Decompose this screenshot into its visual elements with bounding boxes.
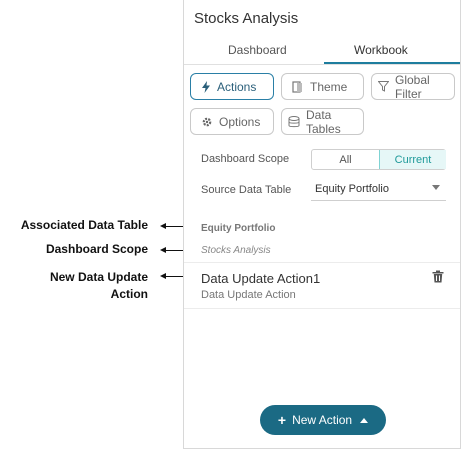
global-filter-button[interactable]: Global Filter [371,72,455,101]
divider [184,308,460,309]
tab-workbook[interactable]: Workbook [354,43,408,57]
dashboard-scope-label: Dashboard Scope [201,153,290,165]
divider [184,262,460,263]
filter-icon [378,81,389,92]
dashboard-scope-toggle: All Current [311,149,446,170]
actions-button-label: Actions [217,79,257,94]
options-button-label: Options [219,114,261,129]
options-button[interactable]: Options [190,108,274,135]
plus-icon: + [277,412,287,428]
scope-current-option[interactable]: Current [379,150,446,169]
callout-line-1: New Data Update [49,270,148,284]
theme-button[interactable]: Theme [281,73,364,100]
lightning-icon [201,80,211,93]
actions-button[interactable]: Actions [190,73,274,100]
database-icon [288,115,300,128]
new-action-label: New Action [292,413,353,427]
action-item-name[interactable]: Data Update Action1 [201,271,320,286]
caret-up-icon [360,417,369,423]
source-data-table-select[interactable]: Equity Portfolio [311,180,446,201]
panel-title: Stocks Analysis [194,10,299,27]
dropdown-arrow-icon [432,185,440,190]
new-action-button[interactable]: + New Action [260,405,386,435]
source-data-table-label: Source Data Table [201,184,292,196]
active-tab-indicator [324,62,460,64]
workbook-panel: Stocks Analysis Dashboard Workbook Actio… [183,0,461,449]
scope-all-option[interactable]: All [312,150,379,169]
data-tables-button[interactable]: Data Tables [281,107,364,136]
action-item-type: Data Update Action [201,289,296,301]
callout-new-data-update-action: New Data Update Action [6,269,148,303]
source-data-table-value: Equity Portfolio [315,183,389,195]
gear-icon [201,116,213,128]
trash-icon[interactable] [432,270,444,288]
tab-dashboard[interactable]: Dashboard [228,43,287,57]
associated-data-table: Equity Portfolio [201,223,276,234]
global-filter-button-label: Global Filter [395,72,430,101]
data-tables-button-label: Data Tables [306,107,341,136]
section-dashboard-scope: Stocks Analysis [201,245,271,256]
callout-associated-data-table: Associated Data Table [20,218,148,232]
callout-line-2: Action [110,287,148,301]
tab-bar: Dashboard Workbook [184,38,460,65]
callout-dashboard-scope: Dashboard Scope [45,242,148,256]
theme-icon [292,80,304,93]
theme-button-label: Theme [310,79,348,94]
